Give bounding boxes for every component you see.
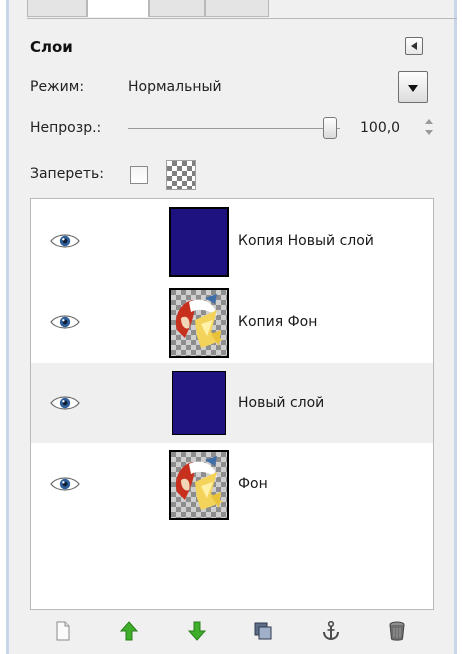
lower-layer-icon[interactable] (186, 620, 208, 642)
delete-layer-icon[interactable] (386, 620, 408, 642)
eye-icon[interactable] (49, 232, 81, 250)
opacity-slider-track[interactable] (128, 128, 340, 129)
opacity-label: Непрозр.: (30, 120, 102, 136)
layer-thumbnail[interactable] (169, 288, 229, 358)
raise-layer-icon[interactable] (118, 620, 140, 642)
layer-name[interactable]: Новый слой (238, 395, 324, 411)
checkerboard-alpha-icon[interactable] (166, 160, 196, 190)
mode-select-value[interactable]: Нормальный (128, 79, 222, 95)
layer-thumbnail[interactable] (169, 450, 229, 520)
layers-toolbar (30, 612, 434, 650)
dock-tab-strip (27, 0, 457, 19)
layer-row[interactable]: Фон (31, 444, 433, 524)
eye-icon[interactable] (49, 313, 81, 331)
layer-row[interactable]: Копия Новый слой (31, 201, 433, 281)
lock-pixels-checkbox[interactable] (130, 166, 148, 184)
dock-tab[interactable] (205, 0, 269, 17)
duplicate-layer-icon[interactable] (252, 620, 274, 642)
layer-thumbnail[interactable] (169, 207, 229, 277)
new-layer-icon[interactable] (52, 620, 74, 642)
layer-name[interactable]: Копия Новый слой (238, 233, 374, 249)
dock-tab[interactable] (149, 0, 205, 17)
panel-menu-button[interactable] (405, 37, 423, 55)
opacity-value-input[interactable]: 100,0 (360, 120, 400, 136)
layer-name[interactable]: Копия Фон (238, 314, 317, 330)
dock-tab-layers[interactable] (87, 0, 149, 17)
layer-row[interactable]: Новый слой (31, 363, 433, 443)
anchor-layer-icon[interactable] (320, 620, 342, 642)
mode-label: Режим: (30, 79, 85, 95)
layer-thumbnail[interactable] (172, 371, 226, 435)
mode-dropdown-button[interactable] (398, 71, 428, 103)
layers-list: Копия Новый слой Копия Фон Новый слой Фо… (30, 198, 434, 610)
dock-tab[interactable] (27, 0, 87, 17)
eye-icon[interactable] (49, 394, 81, 412)
layer-row[interactable]: Копия Фон (31, 282, 433, 362)
panel-title: Слои (30, 38, 73, 56)
opacity-slider-thumb[interactable] (323, 117, 337, 139)
layer-name[interactable]: Фон (238, 476, 268, 492)
opacity-spin-buttons[interactable] (424, 117, 434, 139)
eye-icon[interactable] (49, 475, 81, 493)
lock-label: Запереть: (30, 166, 104, 182)
